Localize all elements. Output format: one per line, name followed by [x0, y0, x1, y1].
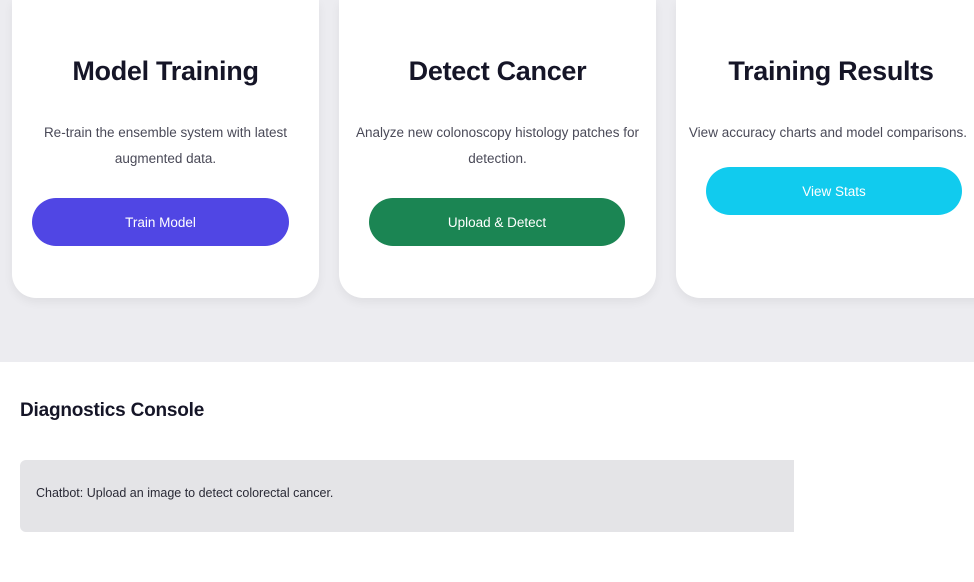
chatbot-message: Chatbot: Upload an image to detect color… — [36, 486, 334, 500]
model-training-card: Model Training Re-train the ensemble sys… — [12, 0, 319, 298]
training-results-card: Training Results View accuracy charts an… — [676, 0, 974, 298]
card-title: Training Results — [728, 56, 934, 86]
diagnostics-console: Diagnostics Console Chatbot: Upload an i… — [8, 362, 796, 582]
console-title: Diagnostics Console — [20, 400, 205, 421]
card-title: Model Training — [72, 56, 259, 86]
train-model-button[interactable]: Train Model — [32, 198, 289, 246]
card-description: Analyze new colonoscopy histology patche… — [356, 125, 639, 166]
upload-detect-button[interactable]: Upload & Detect — [369, 198, 625, 246]
card-description: Re-train the ensemble system with latest… — [43, 125, 288, 166]
console-output: Chatbot: Upload an image to detect color… — [20, 460, 794, 532]
view-stats-button[interactable]: View Stats — [706, 167, 962, 215]
detect-cancer-card: Detect Cancer Analyze new colonoscopy hi… — [339, 0, 656, 298]
card-description: View accuracy charts and model compariso… — [688, 125, 968, 140]
card-title: Detect Cancer — [408, 56, 587, 86]
